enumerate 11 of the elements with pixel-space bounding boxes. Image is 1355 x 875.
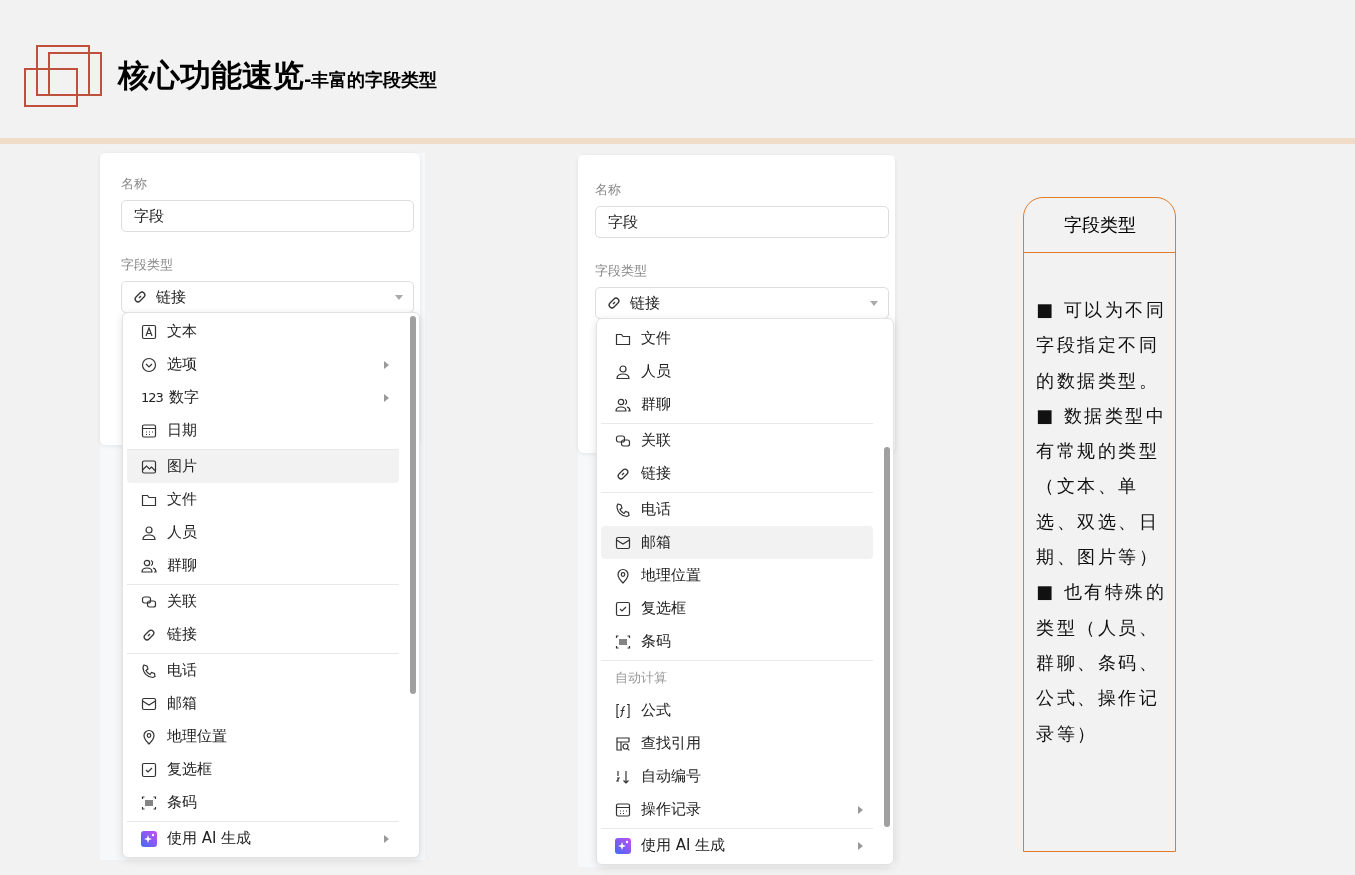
bullet-text: ■ 也有特殊的类型（人员、群聊、条码、公式、操作记录等）	[1036, 580, 1168, 746]
field-label: 名称	[595, 181, 622, 199]
field-label: 字段类型	[595, 262, 648, 280]
slide-subtitle: -丰富的字段类型	[304, 69, 438, 90]
field-label: 名称	[121, 175, 148, 193]
slide-title: 核心功能速览	[118, 56, 304, 95]
group-heading: 自动计算	[601, 660, 873, 694]
bullet-text: ■ 数据类型中有常规的类型（文本、单选、双选、日期、图片等）	[1036, 403, 1168, 570]
field-label: 字段类型	[121, 256, 174, 274]
legend-heading: 字段类型	[1024, 198, 1175, 253]
bullet-text: ■ 可以为不同字段指定不同的数据类型。	[1036, 298, 1168, 393]
